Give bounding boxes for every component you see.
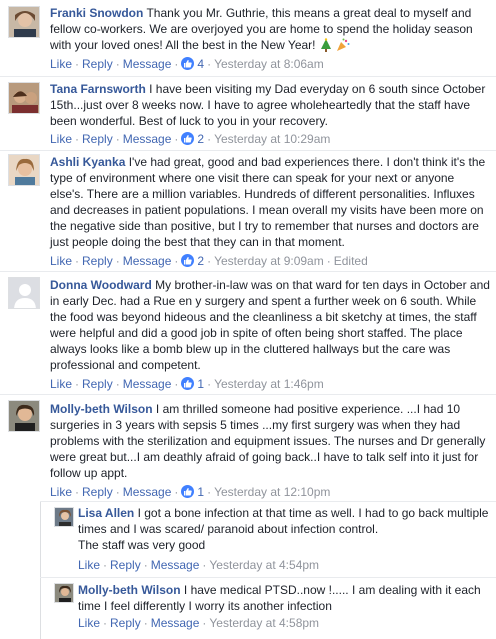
- like-link[interactable]: Like: [50, 132, 72, 146]
- like-link[interactable]: Like: [50, 57, 72, 71]
- comment-tana-farnsworth: Tana Farnsworth I have been visiting my …: [0, 77, 496, 150]
- party-popper-icon: [336, 38, 350, 56]
- reply-molly-beth-wilson: Molly-beth Wilson I have medical PTSD..n…: [0, 577, 496, 639]
- commenter-name[interactable]: Ashli Kyanka: [50, 155, 125, 169]
- comment-actions: Like · Reply · Message · 2 · Yesterday at 10:29a…: [50, 132, 331, 146]
- comment-actions: Like · Reply · Message · Yesterday at 4:54pm: [78, 558, 320, 572]
- reply-link[interactable]: Reply: [82, 254, 113, 268]
- comment-actions: Like · Reply · Message · Yesterday at 4:58pm: [78, 616, 320, 630]
- like-link[interactable]: Like: [50, 254, 72, 268]
- like-link[interactable]: Like: [78, 558, 100, 572]
- divider: [40, 501, 496, 502]
- comment-donna-woodward: Donna Woodward My brother-in-law was on …: [0, 272, 496, 394]
- comment-molly-beth-wilson: Molly-beth Wilson I am thrilled someone …: [0, 395, 496, 501]
- comment-text: I've had great, good and bad experiences…: [50, 155, 486, 249]
- comment-franki-snowdon: Franki Snowdon Thank you Mr. Guthrie, th…: [0, 0, 496, 75]
- message-link[interactable]: Message: [151, 558, 200, 572]
- reply-link[interactable]: Reply: [110, 616, 141, 630]
- edited-label[interactable]: Edited: [334, 254, 368, 268]
- like-reaction-icon[interactable]: [181, 485, 195, 498]
- message-link[interactable]: Message: [123, 485, 172, 499]
- avatar[interactable]: [8, 82, 40, 114]
- comment-actions: Like · Reply · Message · 1 · Yesterday at 1:46pm: [50, 377, 324, 391]
- like-link[interactable]: Like: [50, 485, 72, 499]
- reply-lisa-allen: Lisa Allen I got a bone infection at tha…: [0, 501, 496, 577]
- comment-actions: Like · Reply · Message · 2 · Yesterday at 9:09am…: [50, 254, 368, 268]
- divider: [40, 577, 496, 578]
- like-reaction-icon[interactable]: [181, 57, 195, 70]
- like-link[interactable]: Like: [50, 377, 72, 391]
- like-reaction-icon[interactable]: [181, 254, 195, 267]
- timestamp[interactable]: Yesterday at 8:06am: [214, 57, 324, 71]
- like-reaction-icon[interactable]: [181, 377, 195, 390]
- avatar[interactable]: [8, 400, 40, 432]
- timestamp[interactable]: Yesterday at 4:54pm: [209, 558, 319, 572]
- message-link[interactable]: Message: [123, 377, 172, 391]
- commenter-name[interactable]: Molly-beth Wilson: [50, 402, 153, 416]
- christmas-tree-icon: [319, 38, 333, 56]
- comment-ashli-kyanka: Ashli Kyanka I've had great, good and ba…: [0, 151, 496, 272]
- comment-text-line-2: The staff was very good: [78, 538, 206, 552]
- commenter-name[interactable]: Lisa Allen: [78, 506, 134, 520]
- message-link[interactable]: Message: [123, 57, 172, 71]
- comment-text: My brother-in-law was on that ward for t…: [50, 278, 490, 372]
- message-link[interactable]: Message: [123, 254, 172, 268]
- commenter-name[interactable]: Donna Woodward: [50, 278, 152, 292]
- comment-text: I got a bone infection at that time as w…: [78, 506, 489, 536]
- avatar[interactable]: [8, 154, 40, 186]
- message-link[interactable]: Message: [123, 132, 172, 146]
- timestamp[interactable]: Yesterday at 10:29am: [214, 132, 330, 146]
- timestamp[interactable]: Yesterday at 4:58pm: [209, 616, 319, 630]
- comment-actions: Like · Reply · Message · 4 · Yesterday at 8:06am: [50, 57, 324, 71]
- reply-link[interactable]: Reply: [82, 485, 113, 499]
- reply-link[interactable]: Reply: [110, 558, 141, 572]
- avatar[interactable]: [8, 277, 40, 309]
- timestamp[interactable]: Yesterday at 1:46pm: [214, 377, 324, 391]
- comment-actions: Like · Reply · Message · 1 · Yesterday at 12:10p…: [50, 485, 331, 499]
- message-link[interactable]: Message: [151, 616, 200, 630]
- like-reaction-icon[interactable]: [181, 132, 195, 145]
- reply-link[interactable]: Reply: [82, 377, 113, 391]
- timestamp[interactable]: Yesterday at 12:10pm: [214, 485, 330, 499]
- avatar[interactable]: [54, 583, 74, 603]
- reply-link[interactable]: Reply: [82, 57, 113, 71]
- timestamp[interactable]: Yesterday at 9:09am: [214, 254, 324, 268]
- commenter-name[interactable]: Franki Snowdon: [50, 6, 143, 20]
- commenter-name[interactable]: Molly-beth Wilson: [78, 583, 181, 597]
- avatar[interactable]: [8, 6, 40, 38]
- commenter-name[interactable]: Tana Farnsworth: [50, 82, 146, 96]
- avatar[interactable]: [54, 507, 74, 527]
- reply-link[interactable]: Reply: [82, 132, 113, 146]
- like-link[interactable]: Like: [78, 616, 100, 630]
